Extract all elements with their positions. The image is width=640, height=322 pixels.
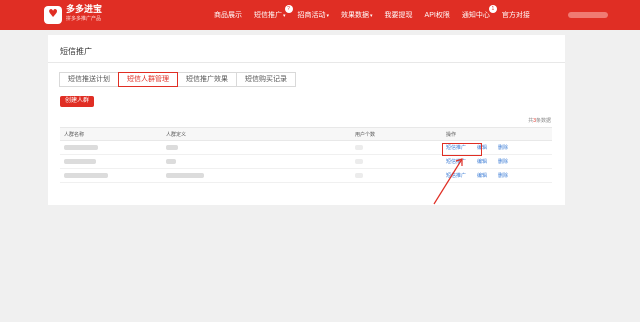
account-name-redacted[interactable] <box>568 12 608 18</box>
table-header: 人群名称 人群定义 用户个数 操作 <box>60 128 552 141</box>
redacted-cell <box>166 173 204 178</box>
tab-promotion-effect[interactable]: 短信推广效果 <box>177 72 237 87</box>
nav-item-performance[interactable]: 效果数据▾ <box>341 10 373 20</box>
highlight-box <box>442 143 482 156</box>
divider <box>48 62 565 63</box>
redacted-cell <box>355 145 363 150</box>
tab-push-plan[interactable]: 短信推送计划 <box>59 72 119 87</box>
col-header-actions: 操作 <box>446 131 457 138</box>
redacted-cell <box>64 145 98 150</box>
chevron-down-icon: ▾ <box>283 13 286 19</box>
col-header-user-count: 用户个数 <box>355 131 376 138</box>
nav-item-withdraw[interactable]: 我要提现 <box>385 10 413 20</box>
nav-item-sms-promotion[interactable]: 短信推广▾? <box>254 5 293 20</box>
redacted-cell <box>64 159 96 164</box>
total-count-label: 共3条数据 <box>528 118 551 124</box>
main-nav: 商品展示 短信推广▾? 招商活动▾ 效果数据▾ 我要提现 API权限 通知中心 1… <box>214 0 542 30</box>
logo[interactable]: ♥ <box>44 6 62 24</box>
nav-item-products[interactable]: 商品展示 <box>214 10 242 20</box>
sms-promote-link[interactable]: 短信推广 <box>446 172 466 179</box>
chevron-down-icon: ▾ <box>326 13 330 19</box>
nav-item-notifications[interactable]: 通知中心 1 <box>462 5 497 20</box>
brand-subtitle: 拼多多推广产品 <box>66 16 102 22</box>
redacted-cell <box>64 173 108 178</box>
tab-purchase-records[interactable]: 短信购买记录 <box>236 72 296 87</box>
table-row: 短信推广 编辑 删除 <box>60 169 552 183</box>
col-header-definition: 人群定义 <box>166 131 187 138</box>
heart-icon: ♥ <box>48 7 58 20</box>
edit-link[interactable]: 编辑 <box>477 172 487 179</box>
notification-count-badge: 1 <box>488 5 497 13</box>
main-panel: 短信推广 短信推送计划 短信人群管理 短信推广效果 短信购买记录 创建人群 共3… <box>48 35 565 205</box>
edit-link[interactable]: 编辑 <box>477 158 487 165</box>
delete-link[interactable]: 删除 <box>498 158 508 165</box>
tab-audience-management[interactable]: 短信人群管理 <box>118 72 178 87</box>
page-title: 短信推广 <box>60 47 92 56</box>
top-nav-bar: ♥ 多多进宝 拼多多推广产品 商品展示 短信推广▾? 招商活动▾ 效果数据▾ 我… <box>0 0 640 30</box>
nav-item-official[interactable]: 官方对接 <box>502 10 530 20</box>
redacted-cell <box>166 159 176 164</box>
sms-promote-link[interactable]: 短信推广 <box>446 158 466 165</box>
nav-item-campaigns[interactable]: 招商活动▾ <box>298 10 330 20</box>
tab-bar: 短信推送计划 短信人群管理 短信推广效果 短信购买记录 <box>59 72 296 87</box>
nav-item-api[interactable]: API权限 <box>425 10 450 20</box>
redacted-cell <box>166 145 178 150</box>
col-header-name: 人群名称 <box>64 131 85 138</box>
redacted-cell <box>355 173 363 178</box>
delete-link[interactable]: 删除 <box>498 144 508 151</box>
redacted-cell <box>355 159 363 164</box>
delete-link[interactable]: 删除 <box>498 172 508 179</box>
brand-name: 多多进宝 <box>66 4 103 14</box>
table-row: 短信推广 编辑 删除 <box>60 155 552 169</box>
create-audience-button[interactable]: 创建人群 <box>60 96 95 107</box>
chevron-down-icon: ▾ <box>370 13 373 19</box>
nav-badge: ? <box>284 5 293 13</box>
